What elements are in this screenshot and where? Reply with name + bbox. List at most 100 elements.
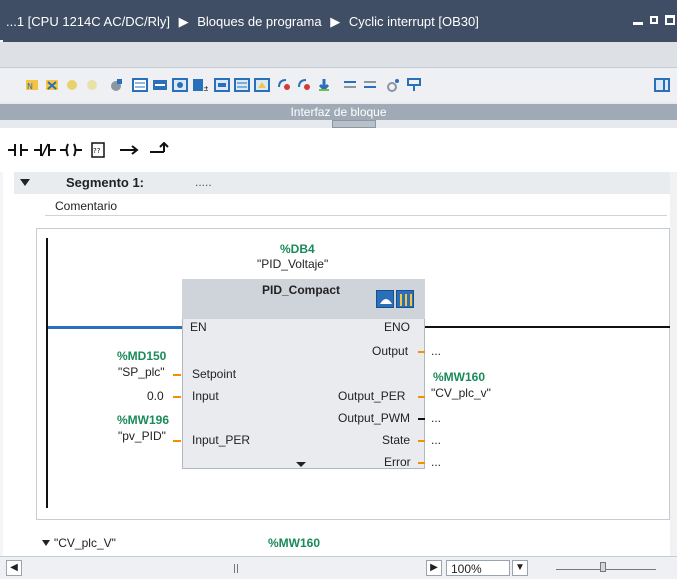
collapse-triangle-icon[interactable] <box>20 179 30 186</box>
instance-db-address[interactable]: %DB4 <box>280 242 315 256</box>
breadcrumb: ...1 [CPU 1214C AC/DC/Rly] ▶ Bloques de … <box>6 14 484 30</box>
state-operand-placeholder[interactable]: ... <box>431 433 441 447</box>
block-interface-label[interactable]: Interfaz de bloque <box>0 104 677 120</box>
pin-input-per: Input_PER <box>192 433 251 447</box>
monitor-icon[interactable] <box>276 77 292 93</box>
pin-output: Output <box>372 344 409 358</box>
pin-eno: ENO <box>384 320 411 334</box>
restore-icon[interactable] <box>649 14 659 24</box>
configuration-icon[interactable] <box>396 290 414 308</box>
scroll-thumb-grip[interactable] <box>234 564 238 573</box>
block-list-icon[interactable] <box>132 77 148 93</box>
close-branch-icon[interactable] <box>84 77 100 93</box>
segment-comment-row[interactable]: Comentario <box>45 196 667 216</box>
output-pwm-operand-placeholder[interactable]: ... <box>431 411 441 425</box>
instance-db-name[interactable]: "PID_Voltaje" <box>257 257 328 271</box>
segment-title-placeholder[interactable]: ..... <box>195 175 212 189</box>
tag-info-name[interactable]: "CV_plc_V" <box>54 536 116 550</box>
segment-title: Segmento 1: <box>66 175 145 190</box>
block-editor-toolbar: N ± <box>0 68 677 102</box>
output-pwm-connector <box>418 418 425 420</box>
setpoint-operand-tag[interactable]: "SP_plc" <box>118 365 165 379</box>
cross-reference-icon[interactable] <box>386 77 402 93</box>
segment-header[interactable]: Segmento 1: ..... <box>14 172 670 194</box>
pin-setpoint: Setpoint <box>192 367 237 381</box>
error-connector <box>418 462 425 464</box>
scroll-left-icon[interactable]: ◀ <box>6 560 22 576</box>
window-controls <box>633 14 675 25</box>
pin-output-per: Output_PER <box>338 389 406 403</box>
breadcrumb-cyclic-interrupt[interactable]: Cyclic interrupt [OB30] <box>349 14 479 29</box>
comment-icon[interactable] <box>172 77 188 93</box>
output-connector <box>418 351 425 353</box>
interface-splitter-handle[interactable] <box>332 120 376 128</box>
commissioning-icon[interactable] <box>376 290 394 308</box>
zoom-slider-track[interactable] <box>556 569 656 570</box>
setpoint-operand-address[interactable]: %MD150 <box>117 349 166 363</box>
block-interface-bar: Interfaz de bloque <box>0 102 677 128</box>
segment-comment[interactable]: Comentario <box>55 199 117 213</box>
no-contact-icon[interactable] <box>8 142 28 158</box>
input-connector <box>173 396 181 398</box>
svg-text:N: N <box>27 82 33 91</box>
svg-text:??: ?? <box>93 147 101 155</box>
output-per-operand-address[interactable]: %MW160 <box>433 370 485 384</box>
zoom-select[interactable]: 100% <box>446 560 510 576</box>
nc-contact-icon[interactable] <box>34 142 56 158</box>
input-per-connector <box>173 440 181 442</box>
input-per-operand-address[interactable]: %MW196 <box>117 413 169 427</box>
output-per-operand-tag[interactable]: "CV_plc_v" <box>431 386 491 400</box>
expand-tag-icon[interactable] <box>42 540 50 546</box>
tag-info-icon[interactable] <box>214 77 230 93</box>
tag-info-row: "CV_plc_V" %MW160 <box>36 534 670 554</box>
pin-error: Error <box>384 455 411 469</box>
coil-icon[interactable] <box>60 142 82 158</box>
tag-info-address[interactable]: %MW160 <box>268 536 320 550</box>
scroll-right-icon[interactable]: ▶ <box>426 560 442 576</box>
zoom-value: 100% <box>451 562 482 576</box>
minimize-icon[interactable] <box>633 14 643 25</box>
pin-state: State <box>382 433 411 447</box>
goto-next-icon[interactable] <box>362 77 378 93</box>
stop-monitor-icon[interactable] <box>296 77 312 93</box>
pid-block-type: PID_Compact <box>262 283 341 297</box>
zoom-slider-thumb[interactable] <box>600 562 606 572</box>
insert-branch-icon[interactable] <box>64 77 80 93</box>
error-operand-placeholder[interactable]: ... <box>431 455 441 469</box>
empty-box-icon[interactable]: ?? <box>90 142 106 158</box>
editor-title-bar: ...1 [CPU 1214C AC/DC/Rly] ▶ Bloques de … <box>0 0 677 42</box>
absolute-operands-icon[interactable] <box>152 77 168 93</box>
network-comments-icon[interactable] <box>234 77 250 93</box>
breadcrumb-cpu[interactable]: ...1 [CPU 1214C AC/DC/Rly] <box>6 14 170 29</box>
watch-icon[interactable] <box>108 77 124 93</box>
pin-input: Input <box>192 389 219 403</box>
input-operand-value[interactable]: 0.0 <box>147 389 164 403</box>
overview-icon[interactable] <box>254 77 270 93</box>
breadcrumb-program-blocks[interactable]: Bloques de programa <box>197 14 321 29</box>
breadcrumb-separator-icon: ▶ <box>178 14 189 29</box>
output-per-connector <box>418 396 425 398</box>
favorites-icon[interactable]: ± <box>192 77 208 93</box>
call-structure-icon[interactable] <box>406 77 422 93</box>
editor-strip <box>0 42 677 68</box>
open-branch-icon[interactable] <box>120 142 140 158</box>
en-wire <box>48 326 182 329</box>
panel-toggle-icon[interactable] <box>654 77 670 93</box>
pin-en: EN <box>190 320 207 334</box>
expand-block-icon[interactable] <box>296 462 306 467</box>
state-connector <box>418 440 425 442</box>
vertical-scrollbar[interactable] <box>670 172 677 556</box>
svg-text:±: ± <box>203 84 208 93</box>
breadcrumb-separator-icon: ▶ <box>330 14 341 29</box>
zoom-dropdown-icon[interactable]: ▼ <box>512 560 528 576</box>
maximize-icon[interactable] <box>665 14 675 25</box>
download-icon[interactable] <box>316 77 332 93</box>
input-per-operand-tag[interactable]: "pv_PID" <box>118 429 166 443</box>
insert-network-icon[interactable]: N <box>24 77 40 93</box>
power-rail <box>46 238 48 508</box>
output-operand-placeholder[interactable]: ... <box>431 344 441 358</box>
goto-icon[interactable] <box>342 77 358 93</box>
delete-network-icon[interactable] <box>44 77 60 93</box>
close-branch-icon[interactable] <box>150 142 170 158</box>
eno-wire <box>425 326 670 328</box>
